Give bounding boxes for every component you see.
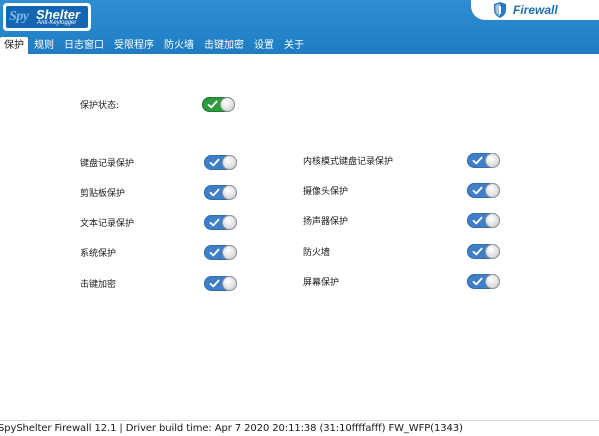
protection-status-toggle[interactable]: [202, 97, 235, 112]
right-item-label-2: 扬声器保护: [303, 217, 349, 227]
tab-7[interactable]: 关于: [280, 37, 308, 54]
toggle-knob: [486, 154, 499, 167]
app-header: Spy Shelter Anti-Keylogger Firewall 保护 规则…: [0, 0, 599, 54]
checkmark-icon: [209, 279, 220, 288]
right-item-toggle-1[interactable]: [467, 183, 500, 198]
tab-1[interactable]: 规则: [30, 37, 58, 54]
firewall-badge: Firewall: [471, 0, 599, 20]
logo-spy-text: Spy: [9, 9, 29, 24]
right-item-toggle-2[interactable]: [467, 213, 500, 228]
toggle-knob: [223, 156, 236, 169]
shield-icon: [494, 2, 506, 18]
toggle-knob: [223, 277, 236, 290]
checkmark-icon: [472, 277, 483, 286]
toggle-knob: [223, 186, 236, 199]
checkmark-icon: [472, 186, 483, 195]
left-item-toggle-4[interactable]: [204, 276, 237, 291]
toggle-knob: [486, 214, 499, 227]
left-item-label-1: 剪贴板保护: [80, 189, 126, 199]
left-item-toggle-3[interactable]: [204, 245, 237, 260]
main-tabs: 保护 规则 日志窗口 受限程序 防火墙 击键加密 设置 关于: [0, 37, 310, 54]
toggle-knob: [486, 275, 499, 288]
right-item-toggle-4[interactable]: [467, 274, 500, 289]
tab-2[interactable]: 日志窗口: [60, 37, 108, 54]
checkmark-icon: [209, 218, 220, 227]
spyshelter-logo: Spy Shelter Anti-Keylogger: [4, 4, 90, 30]
right-item-toggle-3[interactable]: [467, 244, 500, 259]
toggle-knob: [486, 245, 499, 258]
toggle-knob: [223, 246, 236, 259]
protection-status-label: 保护状态:: [80, 101, 120, 111]
toggle-knob: [223, 216, 236, 229]
checkmark-icon: [209, 188, 220, 197]
tab-3[interactable]: 受限程序: [110, 37, 158, 54]
toggle-knob: [221, 98, 234, 111]
right-item-label-3: 防火墙: [303, 248, 331, 258]
left-item-toggle-1[interactable]: [204, 185, 237, 200]
checkmark-icon: [472, 247, 483, 256]
right-item-label-0: 内核模式键盘记录保护: [303, 157, 394, 167]
tab-6[interactable]: 设置: [250, 37, 278, 54]
right-item-toggle-0[interactable]: [467, 153, 500, 168]
toggle-knob: [486, 184, 499, 197]
checkmark-icon: [209, 158, 220, 167]
status-bar: SpyShelter Firewall 12.1 | Driver build …: [0, 420, 599, 436]
tab-5[interactable]: 击键加密: [200, 37, 248, 54]
tab-0[interactable]: 保护: [0, 37, 28, 54]
logo-subtitle: Anti-Keylogger: [37, 20, 77, 26]
checkmark-icon: [472, 156, 483, 165]
left-item-label-3: 系统保护: [80, 249, 117, 259]
left-item-toggle-0[interactable]: [204, 155, 237, 170]
checkmark-icon: [209, 248, 220, 257]
status-bar-text: SpyShelter Firewall 12.1 | Driver build …: [0, 423, 463, 434]
left-item-toggle-2[interactable]: [204, 215, 237, 230]
checkmark-icon: [207, 100, 218, 109]
right-item-label-4: 屏幕保护: [303, 278, 340, 288]
right-item-label-1: 摄像头保护: [303, 187, 349, 197]
firewall-badge-label: Firewall: [513, 3, 558, 17]
checkmark-icon: [472, 216, 483, 225]
left-item-label-4: 击键加密: [80, 280, 117, 290]
logo-background: Spy Shelter Anti-Keylogger: [6, 6, 88, 28]
left-item-label-0: 键盘记录保护: [80, 159, 135, 169]
tab-4[interactable]: 防火墙: [160, 37, 198, 54]
left-item-label-2: 文本记录保护: [80, 219, 135, 229]
